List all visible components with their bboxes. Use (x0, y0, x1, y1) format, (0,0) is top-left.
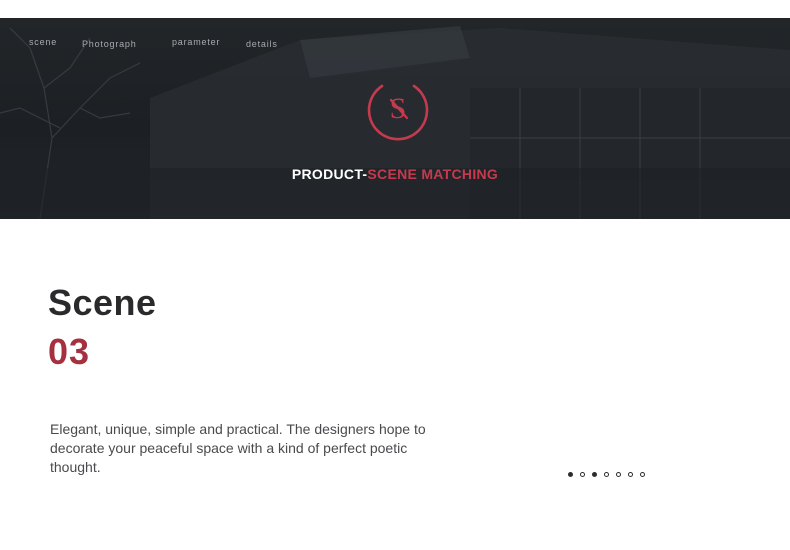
top-nav: scene Photograph parameter details (0, 18, 790, 68)
carousel-dot[interactable] (580, 471, 585, 477)
hero-title: PRODUCT-SCENE MATCHING (0, 166, 790, 182)
nav-item-details[interactable]: details (246, 39, 278, 49)
nav-item-parameter[interactable]: parameter (172, 37, 220, 47)
carousel-pagination (568, 469, 645, 479)
carousel-dot[interactable] (640, 471, 645, 477)
hero-banner: scene Photograph parameter details S PRO… (0, 18, 790, 219)
s-monogram-icon: S (367, 84, 429, 141)
nav-item-photograph[interactable]: Photograph (82, 39, 137, 49)
scene-heading: Scene (48, 282, 157, 323)
carousel-dot[interactable] (592, 471, 597, 477)
carousel-dot[interactable] (568, 471, 573, 477)
scene-number: 03 (48, 331, 91, 372)
carousel-dot[interactable] (616, 471, 621, 477)
nav-item-scene[interactable]: scene (29, 37, 57, 47)
hero-title-scene-matching: SCENE MATCHING (367, 166, 499, 182)
scene-description: Elegant, unique, simple and practical. T… (50, 421, 426, 475)
hero-title-product: PRODUCT- (291, 166, 368, 182)
carousel-dot[interactable] (628, 471, 633, 477)
carousel-dot[interactable] (604, 471, 609, 477)
top-strip (0, 0, 790, 18)
